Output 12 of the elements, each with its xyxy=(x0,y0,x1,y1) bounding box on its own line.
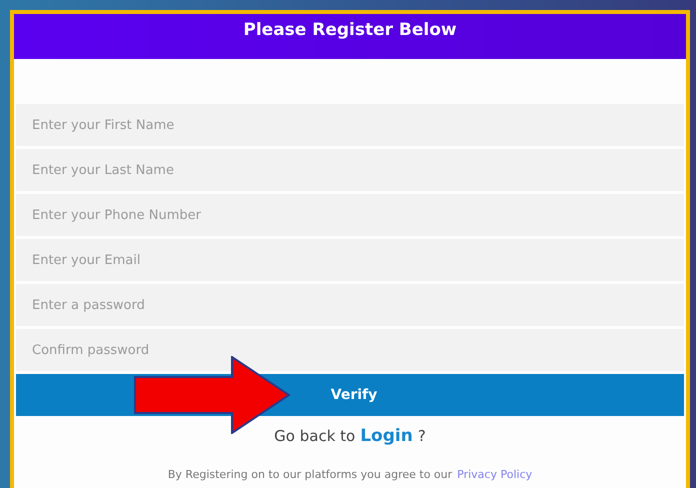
input-field[interactable]: Enter your Email xyxy=(16,239,684,281)
privacy-policy-link[interactable]: Privacy Policy xyxy=(457,468,532,481)
input-field[interactable]: Enter a password xyxy=(16,284,684,326)
form-title: Please Register Below xyxy=(243,20,457,42)
input-field[interactable]: Enter your Last Name xyxy=(16,149,684,191)
input-field[interactable]: Enter your First Name xyxy=(16,104,684,146)
policy-text: By Registering on to our platforms you agree to our xyxy=(168,468,452,481)
input-field[interactable]: Confirm password xyxy=(16,329,684,371)
input-field[interactable]: Enter your Phone Number xyxy=(16,194,684,236)
question-mark: ? xyxy=(418,427,426,445)
login-link[interactable]: Login xyxy=(360,426,413,446)
login-prompt: Go back to xyxy=(274,427,356,445)
